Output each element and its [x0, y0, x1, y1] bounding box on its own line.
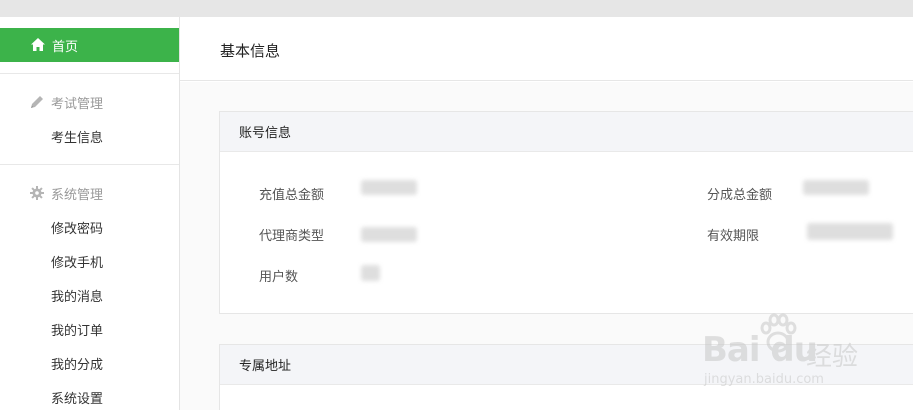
sidebar-group-exam-title: 考试管理 [51, 96, 104, 112]
validity-label: 有效期限 [707, 229, 760, 244]
sidebar: 首页 考试管理 考生信息 系统管理 修改密码 修改手机 我的消息 我的订单 我的… [0, 17, 180, 410]
sidebar-item-change-phone[interactable]: 修改手机 [0, 248, 179, 274]
validity-value-redacted [807, 223, 893, 240]
agent-type-value-redacted [361, 227, 417, 242]
user-count-value-redacted [361, 265, 380, 281]
watermark-url: jingyan.baidu.com [704, 372, 824, 387]
page-title: 基本信息 [220, 42, 281, 60]
recharge-total-value-redacted [361, 180, 417, 195]
sidebar-item-home-label: 首页 [52, 39, 79, 55]
gear-icon [30, 186, 44, 200]
user-count-label: 用户数 [259, 270, 299, 285]
sidebar-item-my-orders[interactable]: 我的订单 [0, 316, 179, 342]
agent-type-label: 代理商类型 [259, 229, 325, 244]
account-info-card: 账号信息 充值总金额 分成总金额 代理商类型 有效期限 用户数 [219, 111, 913, 314]
sidebar-item-label: 考生信息 [51, 130, 104, 146]
sidebar-item-label: 修改手机 [51, 255, 104, 271]
sidebar-item-change-password[interactable]: 修改密码 [0, 214, 179, 240]
page-header: 基本信息 [180, 17, 913, 81]
watermark-suffix: 经验 [806, 342, 859, 372]
sidebar-item-label: 我的订单 [51, 323, 104, 339]
sidebar-divider [0, 164, 179, 165]
sidebar-item-label: 系统设置 [51, 391, 104, 407]
sidebar-divider [0, 73, 179, 74]
account-info-card-title: 账号信息 [220, 112, 913, 152]
sidebar-item-home[interactable]: 首页 [0, 28, 179, 62]
top-bar [0, 0, 913, 17]
baidu-jingyan-watermark: Bai du 经验 jingyan.baidu.com [700, 310, 870, 390]
recharge-total-label: 充值总金额 [259, 188, 325, 203]
sidebar-item-my-messages[interactable]: 我的消息 [0, 282, 179, 308]
share-total-value-redacted [803, 180, 869, 195]
sidebar-item-label: 修改密码 [51, 221, 104, 237]
sidebar-item-label: 我的消息 [51, 289, 104, 305]
pencil-icon [31, 96, 43, 108]
sidebar-group-exam: 考试管理 [0, 92, 179, 112]
sidebar-item-my-share[interactable]: 我的分成 [0, 350, 179, 376]
sidebar-group-system-title: 系统管理 [51, 187, 104, 203]
sidebar-item-system-settings[interactable]: 系统设置 [0, 384, 179, 410]
home-icon [31, 38, 45, 51]
sidebar-group-system: 系统管理 [0, 183, 179, 203]
share-total-label: 分成总金额 [707, 188, 773, 203]
sidebar-item-label: 我的分成 [51, 357, 104, 373]
sidebar-item-candidate-info[interactable]: 考生信息 [0, 123, 179, 149]
watermark-brand: Bai du [702, 330, 818, 370]
